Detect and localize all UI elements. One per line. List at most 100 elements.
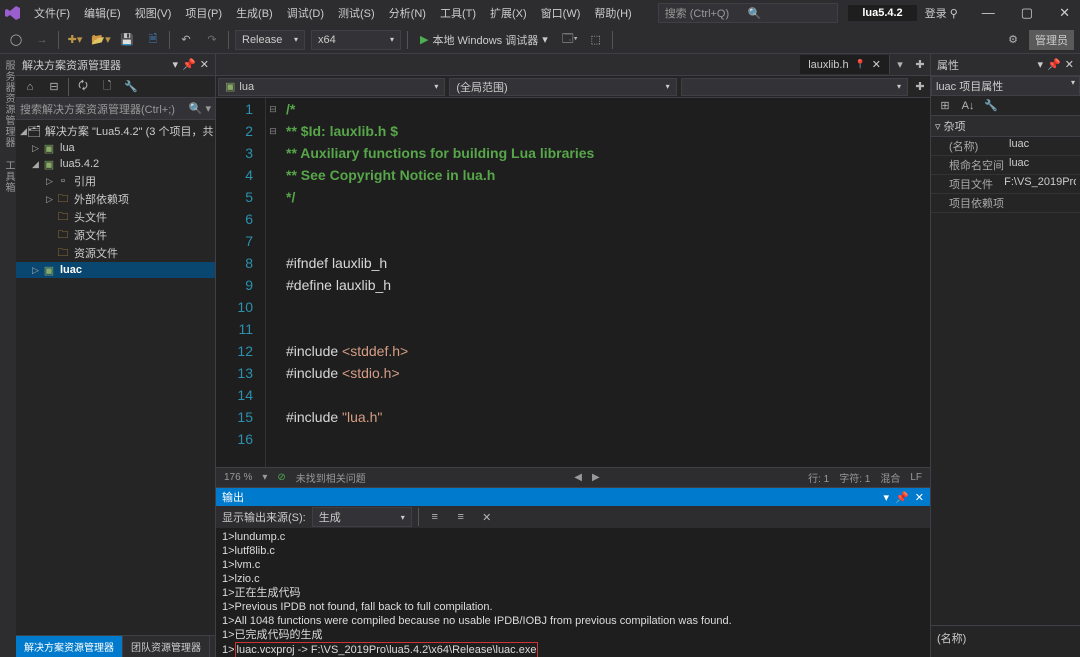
props-row[interactable]: 项目依赖项 [931, 194, 1080, 213]
nav-project-combo[interactable]: ▣lua▾ [218, 78, 445, 96]
show-all-icon[interactable]: 🗋 [97, 77, 117, 97]
properties-panel: 属性 ▾📌✕ luac 项目属性▾ ⊞ A↓ 🔧 ▿ 杂项 (名称)luac根命… [930, 54, 1080, 657]
menu-tools[interactable]: 工具(T) [434, 2, 482, 24]
output-clear-icon[interactable]: ≡ [425, 507, 445, 527]
menu-view[interactable]: 视图(V) [129, 2, 178, 24]
output-close-icon[interactable]: ✕ [915, 491, 924, 504]
props-pin-icon[interactable]: 📌 [1047, 58, 1061, 71]
menu-build[interactable]: 生成(B) [230, 2, 279, 24]
props-row[interactable]: (名称)luac [931, 137, 1080, 156]
categorize-icon[interactable]: ⊞ [935, 96, 955, 116]
split-icon[interactable]: ✚ [910, 77, 930, 97]
redo-icon[interactable]: ↷ [202, 30, 222, 50]
live-share-icon[interactable]: ⚙ [1003, 30, 1023, 50]
ok-icon: ⊘ [277, 472, 285, 483]
tree-lua542[interactable]: ◢▣lua5.4.2 [16, 156, 215, 172]
nav-back-icon[interactable]: ◯ [6, 30, 26, 50]
tree-refs[interactable]: ▷▫引用 [16, 172, 215, 190]
config-combo[interactable]: Release▾ [235, 30, 305, 50]
nav-right-icon[interactable]: ▶ [592, 472, 600, 483]
menu-extensions[interactable]: 扩展(X) [484, 2, 533, 24]
col-indicator: 字符: 1 [839, 470, 870, 485]
props-category[interactable]: ▿ 杂项 [931, 116, 1080, 137]
props-row[interactable]: 根命名空间luac [931, 156, 1080, 175]
tab-team-explorer[interactable]: 团队资源管理器 [123, 636, 210, 657]
undo-icon[interactable]: ↶ [176, 30, 196, 50]
open-icon[interactable]: 📂▾ [91, 30, 111, 50]
tree-res[interactable]: 🗀资源文件 [16, 244, 215, 262]
minimize-button[interactable]: — [976, 5, 1001, 21]
props-close-icon[interactable]: ✕ [1065, 58, 1074, 71]
output-pin-icon[interactable]: 📌 [895, 491, 909, 504]
menu-file[interactable]: 文件(F) [28, 2, 76, 24]
explorer-close-icon[interactable]: ✕ [200, 58, 209, 71]
title-bar: 文件(F) 编辑(E) 视图(V) 项目(P) 生成(B) 调试(D) 测试(S… [0, 0, 1080, 26]
tab-overflow-icon[interactable]: ▾ [890, 55, 910, 75]
menu-window[interactable]: 窗口(W) [535, 2, 587, 24]
menu-debug[interactable]: 调试(D) [281, 2, 330, 24]
nav-fwd-icon[interactable]: → [32, 30, 52, 50]
code-content[interactable]: /*** $Id: lauxlib.h $** Auxiliary functi… [280, 98, 930, 467]
menu-analyze[interactable]: 分析(N) [383, 2, 432, 24]
tree-solution[interactable]: ◢🗂解决方案 "Lua5.4.2" (3 个项目，共 3 [16, 122, 215, 140]
code-editor[interactable]: 12345678910111213141516 ⊟⊟ /*** $Id: lau… [216, 98, 930, 467]
props-header: 属性 ▾📌✕ [931, 54, 1080, 76]
maximize-button[interactable]: ▢ [1015, 5, 1039, 21]
save-all-icon[interactable]: 🗎 [143, 30, 163, 50]
main-toolbar: ◯ → ✚▾ 📂▾ 💾 🗎 ↶ ↷ Release▾ x64▾ ▶本地 Wind… [0, 26, 1080, 54]
platform-combo[interactable]: x64▾ [311, 30, 401, 50]
editor-status-bar: 176 %▾ ⊘ 未找到相关问题 ◀ ▶ 行: 1 字符: 1 混合 LF [216, 467, 930, 487]
close-button[interactable]: ✕ [1053, 5, 1076, 21]
explorer-dropdown-icon[interactable]: ▾ [173, 58, 179, 71]
left-side-tabs[interactable]: 服务器资源管理器 工具箱 [0, 54, 16, 657]
explorer-search[interactable]: 搜索解决方案资源管理器(Ctrl+;) 🔍 ▾ [16, 98, 215, 120]
explorer-header: 解决方案资源管理器 ▾📌✕ [16, 54, 215, 76]
tree-src[interactable]: 🗀源文件 [16, 226, 215, 244]
wrench-icon[interactable]: 🔧 [981, 96, 1001, 116]
global-search[interactable]: 搜索 (Ctrl+Q) 🔍 [658, 3, 838, 23]
props-dropdown-icon[interactable]: ▾ [1038, 58, 1044, 71]
doc-tab-lauxlib[interactable]: lauxlib.h 📍 ✕ [800, 55, 890, 74]
new-project-icon[interactable]: ✚▾ [65, 30, 85, 50]
collapse-icon[interactable]: ⊟ [44, 77, 64, 97]
output-content[interactable]: 1>lundump.c1>lutf8lib.c1>lvm.c1>lzio.c1>… [216, 528, 930, 657]
step-icon[interactable]: ⬚ [586, 30, 606, 50]
output-dropdown-icon[interactable]: ▾ [884, 491, 890, 504]
zoom-level[interactable]: 176 % [224, 472, 252, 483]
editor-area: lauxlib.h 📍 ✕ ▾ ✚ ▣lua▾ (全局范围)▾ ▾ ✚ 1234… [216, 54, 930, 487]
output-wrap-icon[interactable]: ≡ [451, 507, 471, 527]
properties-icon[interactable]: 🔧 [121, 77, 141, 97]
menu-help[interactable]: 帮助(H) [588, 2, 637, 24]
home-icon[interactable]: ⌂ [20, 77, 40, 97]
tree-lua[interactable]: ▷▣lua [16, 140, 215, 156]
tree-hdr[interactable]: 🗀头文件 [16, 208, 215, 226]
menu-edit[interactable]: 编辑(E) [78, 2, 127, 24]
refresh-icon[interactable]: 🗘 [73, 77, 93, 97]
tree-ext[interactable]: ▷🗀外部依赖项 [16, 190, 215, 208]
output-source-combo[interactable]: 生成▾ [312, 507, 412, 527]
menu-test[interactable]: 测试(S) [332, 2, 381, 24]
explorer-pin-icon[interactable]: 📌 [182, 58, 196, 71]
search-icon: 🔍 ▾ [189, 102, 211, 115]
folder-icon: 🗀 [56, 246, 70, 260]
save-icon[interactable]: 💾 [117, 30, 137, 50]
tree-luac[interactable]: ▷▣luac [16, 262, 215, 278]
tab-solution-explorer[interactable]: 解决方案资源管理器 [16, 636, 123, 657]
pin-icon[interactable]: 📍 [855, 59, 866, 70]
mixed-indicator[interactable]: 混合 [880, 470, 900, 485]
close-tab-icon[interactable]: ✕ [872, 58, 881, 71]
nav-left-icon[interactable]: ◀ [574, 472, 582, 483]
output-clear2-icon[interactable]: ✕ [477, 507, 497, 527]
tab-settings-icon[interactable]: ✚ [910, 55, 930, 75]
lf-indicator[interactable]: LF [910, 472, 922, 483]
props-selector[interactable]: luac 项目属性▾ [931, 76, 1080, 96]
run-button[interactable]: ▶本地 Windows 调试器 ▾ [414, 32, 554, 48]
nav-scope-combo[interactable]: (全局范围)▾ [449, 78, 676, 96]
menu-project[interactable]: 项目(P) [179, 2, 228, 24]
props-row[interactable]: 项目文件F:\VS_2019Pro\ [931, 175, 1080, 194]
fold-gutter[interactable]: ⊟⊟ [266, 98, 280, 467]
login-button[interactable]: 登录 ⚲ [925, 5, 958, 21]
alpha-icon[interactable]: A↓ [958, 96, 978, 116]
nav-member-combo[interactable]: ▾ [681, 78, 908, 96]
debug-target-icon[interactable]: 🗔▾ [560, 30, 580, 50]
